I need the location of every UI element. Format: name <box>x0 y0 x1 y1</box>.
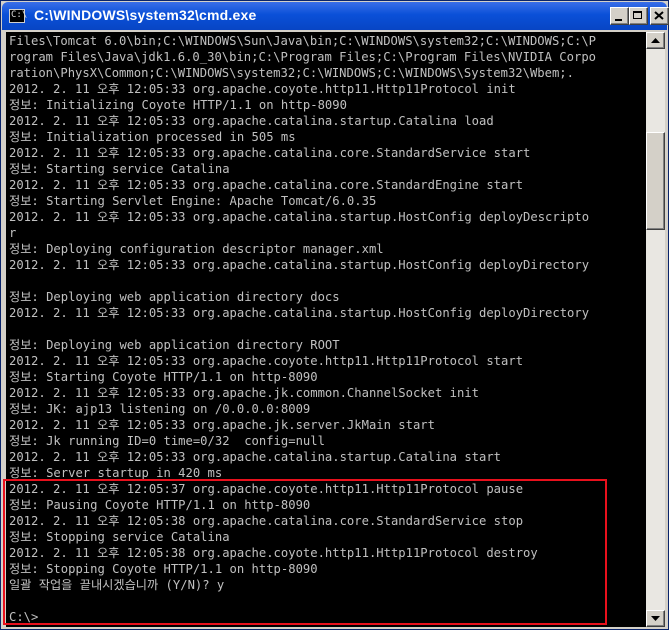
console-line: 정보: Initializing Coyote HTTP/1.1 on http… <box>9 98 347 112</box>
console-line: 정보: Starting Coyote HTTP/1.1 on http-809… <box>9 370 318 384</box>
arrow-up-icon <box>651 38 660 43</box>
console-line: 일괄 작업을 끝내시겠습니까 (Y/N)? y <box>9 578 225 592</box>
console-line: 2012. 2. 11 오후 12:05:33 org.apache.coyot… <box>9 354 524 368</box>
console-line: 정보: Deploying configuration descriptor m… <box>9 242 384 256</box>
console-line: 2012. 2. 11 오후 12:05:33 org.apache.catal… <box>9 178 524 192</box>
console-line: 2012. 2. 11 오후 12:05:33 org.apache.jk.co… <box>9 386 480 400</box>
console-line: 2012. 2. 11 오후 12:05:33 org.apache.catal… <box>9 114 494 128</box>
scroll-down-button[interactable] <box>646 610 665 627</box>
vertical-scrollbar[interactable] <box>646 32 665 627</box>
console-line: 2012. 2. 11 오후 12:05:33 org.apache.catal… <box>9 450 502 464</box>
console-line: 2012. 2. 11 오후 12:05:33 org.apache.jk.se… <box>9 418 435 432</box>
console-line: 정보: Stopping Coyote HTTP/1.1 on http-809… <box>9 562 318 576</box>
console-line: 정보: Deploying web application directory … <box>9 338 340 352</box>
console-line: 2012. 2. 11 오후 12:05:33 org.apache.catal… <box>9 306 590 320</box>
minimize-icon <box>615 19 622 21</box>
console-output[interactable]: Files\Tomcat 6.0\bin;C:\WINDOWS\Sun\Java… <box>6 32 646 627</box>
console-line: 2012. 2. 11 오후 12:05:37 org.apache.coyot… <box>9 482 524 496</box>
console-line: Files\Tomcat 6.0\bin;C:\WINDOWS\Sun\Java… <box>9 34 596 48</box>
cmd-window: C:\ C:\WINDOWS\system32\cmd.exe Files\To… <box>0 0 669 630</box>
close-button[interactable] <box>650 7 669 25</box>
arrow-down-icon <box>651 616 660 621</box>
console-line: 정보: Deploying web application directory … <box>9 290 340 304</box>
scroll-thumb[interactable] <box>646 132 665 230</box>
console-line: 정보: Stopping service Catalina <box>9 530 230 544</box>
console-line: 정보: JK: ajp13 listening on /0.0.0.0:8009 <box>9 402 311 416</box>
maximize-icon <box>633 11 642 19</box>
maximize-button[interactable] <box>629 7 648 25</box>
cmd-app-icon[interactable]: C:\ <box>9 9 27 23</box>
console-line: 2012. 2. 11 오후 12:05:38 org.apache.catal… <box>9 514 524 528</box>
console-line: 정보: Initialization processed in 505 ms <box>9 130 296 144</box>
console-lines: Files\Tomcat 6.0\bin;C:\WINDOWS\Sun\Java… <box>9 33 596 625</box>
console-line: 정보: Jk running ID=0 time=0/32 config=nul… <box>9 434 325 448</box>
console-line: ration\PhysX\Common;C:\WINDOWS\system32;… <box>9 66 574 80</box>
console-line: 2012. 2. 11 오후 12:05:33 org.apache.catal… <box>9 210 590 224</box>
console-line: r <box>9 226 17 240</box>
console-line: 정보: Starting Servlet Engine: Apache Tomc… <box>9 194 377 208</box>
window-title: C:\WINDOWS\system32\cmd.exe <box>34 7 257 23</box>
console-line: 2012. 2. 11 오후 12:05:33 org.apache.coyot… <box>9 82 516 96</box>
console-line: 정보: Server startup in 420 ms <box>9 466 223 480</box>
console-line: 2012. 2. 11 오후 12:05:33 org.apache.catal… <box>9 258 590 272</box>
scroll-up-button[interactable] <box>646 32 665 49</box>
close-icon <box>654 11 664 20</box>
title-bar[interactable]: C:\ C:\WINDOWS\system32\cmd.exe <box>2 2 669 30</box>
console-line: 정보: Pausing Coyote HTTP/1.1 on http-8090 <box>9 498 311 512</box>
console-line: 2012. 2. 11 오후 12:05:38 org.apache.coyot… <box>9 546 538 560</box>
console-line: C:\> <box>9 610 39 624</box>
console-line: 2012. 2. 11 오후 12:05:33 org.apache.catal… <box>9 146 531 160</box>
minimize-button[interactable] <box>610 7 629 25</box>
console-line: rogram Files\Java\jdk1.6.0_30\bin;C:\Pro… <box>9 50 596 64</box>
console-line: 정보: Starting service Catalina <box>9 162 230 176</box>
